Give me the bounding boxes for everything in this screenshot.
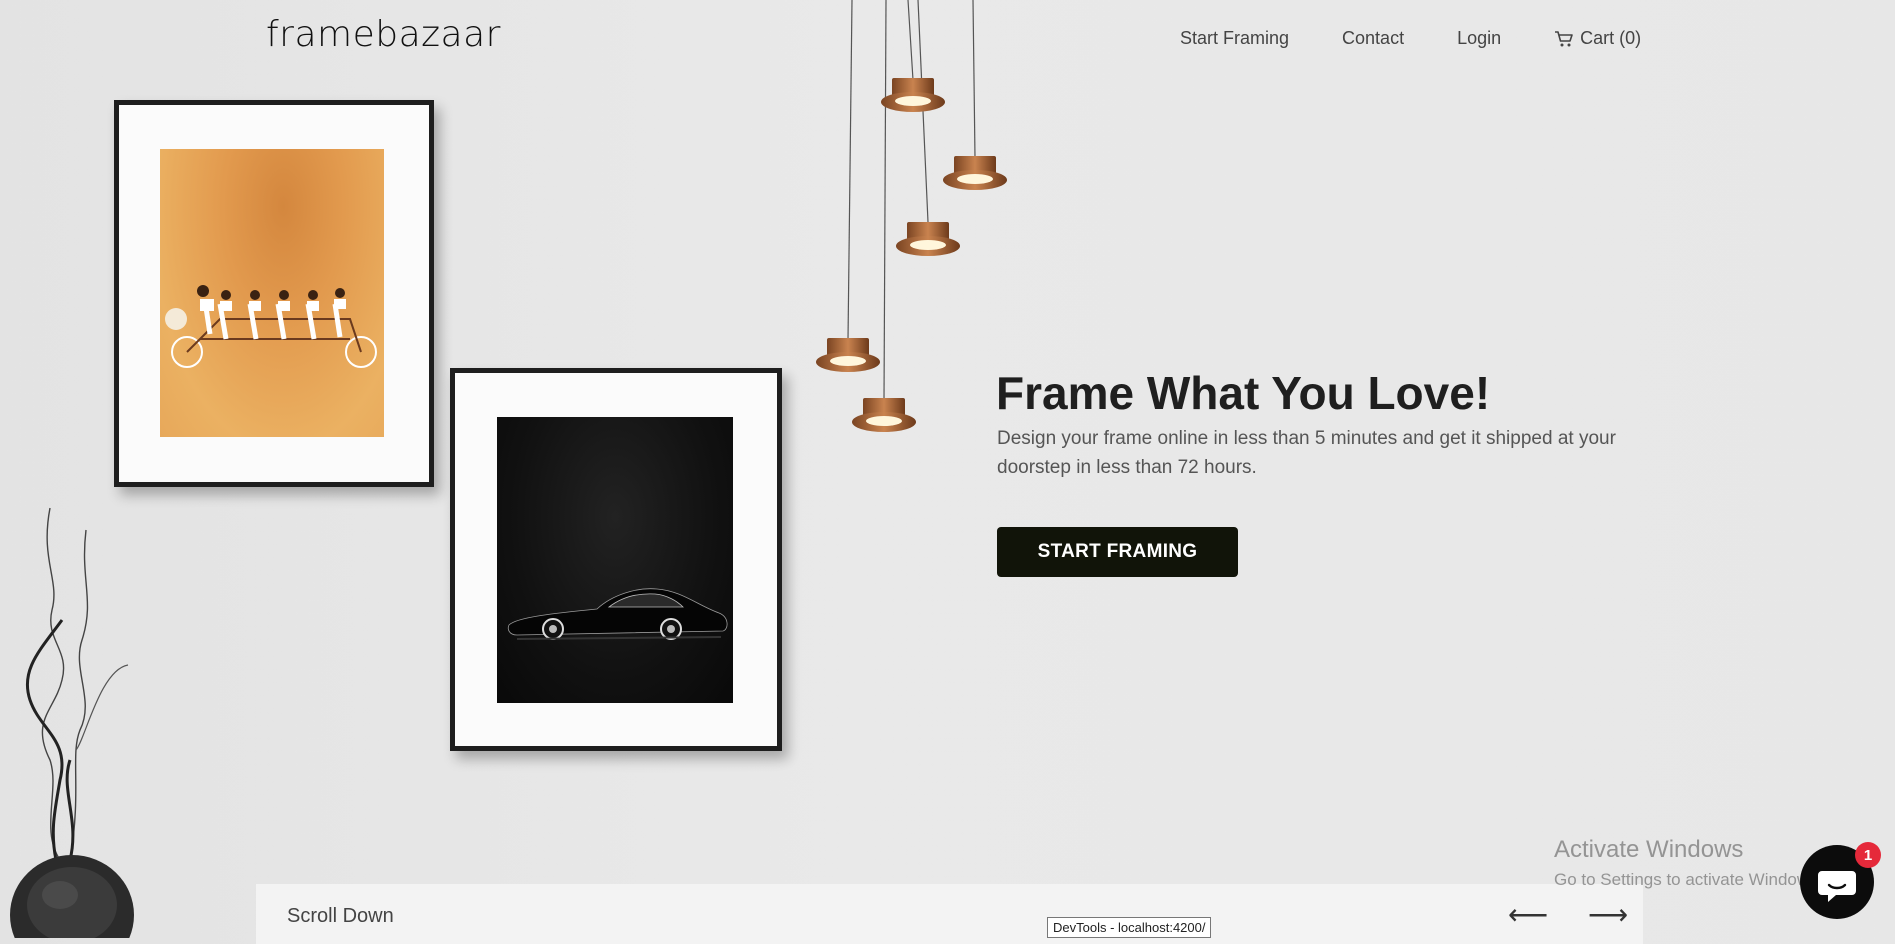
- bottom-slider-bar: Scroll Down ⟵ ⟶: [256, 884, 1643, 944]
- vase-decoration: [10, 507, 134, 938]
- nav-start-framing-label: Start Framing: [1180, 28, 1290, 48]
- hero-subtitle: Design your frame online in less than 5 …: [997, 428, 1616, 478]
- classic-car-illustration: [507, 588, 728, 640]
- nav-cart[interactable]: Cart (0): [1554, 28, 1641, 49]
- scroll-down-label[interactable]: Scroll Down: [287, 905, 394, 928]
- activate-windows-title: Activate Windows: [1554, 836, 1744, 863]
- cart-icon: [1555, 30, 1573, 46]
- lamp-5: [852, 398, 916, 432]
- nav-start-framing[interactable]: Start Framing: [1180, 28, 1289, 49]
- tandem-bike-illustration: [165, 285, 377, 368]
- nav-login[interactable]: Login: [1457, 28, 1501, 49]
- lamp-4: [816, 338, 880, 372]
- start-framing-button[interactable]: START FRAMING: [997, 527, 1238, 577]
- chat-unread-badge: 1: [1855, 842, 1881, 868]
- artwork-classic-car: [497, 417, 733, 703]
- artwork-tandem-bike: [160, 149, 384, 437]
- nav-login-label: Login: [1457, 28, 1502, 48]
- main-nav: Start Framing Contact Login Cart (0): [1180, 28, 1641, 49]
- lamp-3: [896, 222, 960, 256]
- activate-windows-subtitle: Go to Settings to activate Windows.: [1554, 870, 1823, 889]
- nav-contact[interactable]: Contact: [1342, 28, 1404, 49]
- frame-classic-car: [450, 368, 782, 751]
- nav-contact-label: Contact: [1342, 28, 1405, 48]
- lamp-2: [943, 156, 1007, 190]
- brand-logo[interactable]: framebazaar: [266, 14, 501, 55]
- arrow-left-icon[interactable]: ⟵: [1508, 898, 1548, 931]
- hero-title: Frame What You Love!: [996, 367, 1491, 419]
- lamp-1: [881, 78, 945, 112]
- devtools-tooltip: DevTools - localhost:4200/: [1047, 917, 1212, 938]
- arrow-right-icon[interactable]: ⟶: [1588, 898, 1628, 931]
- nav-cart-label: Cart (0): [1580, 28, 1642, 48]
- frame-tandem-bike: [114, 100, 434, 487]
